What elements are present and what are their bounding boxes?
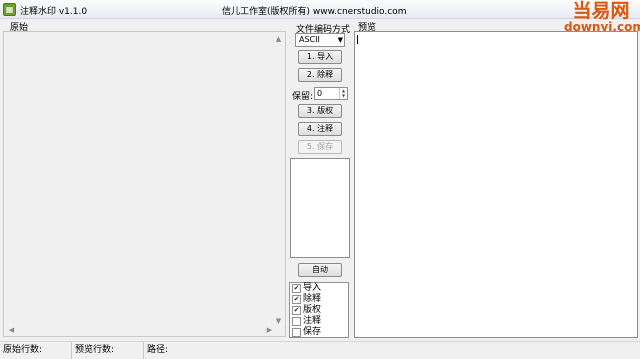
grid-icon: ▦ — [3, 3, 16, 16]
checkbox-unchecked-icon[interactable] — [292, 328, 301, 337]
copyright-button[interactable]: 3. 版权 — [298, 104, 342, 118]
import-button[interactable]: 1. 导入 — [298, 50, 342, 64]
original-horizontal-scrollbar[interactable]: ◀ ▶ — [4, 325, 275, 336]
status-preview-lines: 预览行数: — [72, 342, 144, 359]
status-original-lines: 原始行数: — [0, 342, 72, 359]
check-save[interactable]: 保存 — [292, 327, 321, 338]
original-text-area[interactable]: ▲ ▼ ◀ ▶ — [3, 31, 286, 337]
stepper-arrows-icon[interactable]: ▲ ▼ — [339, 88, 347, 99]
title-bar: ▦ 注释水印 v1.1.0 信儿工作室(版权所有) www.cnerstudio… — [0, 0, 640, 19]
remove-comments-button[interactable]: 2. 除释 — [298, 68, 342, 82]
status-bar: 原始行数: 预览行数: 路径: — [0, 341, 640, 359]
checkbox-checked-icon[interactable]: ✔ — [292, 295, 301, 304]
keep-stepper[interactable]: 0 ▲ ▼ — [314, 87, 348, 100]
check-copyright-label: 版权 — [303, 305, 322, 315]
copyright-text-box[interactable] — [290, 158, 350, 258]
check-import-label: 导入 — [303, 283, 322, 293]
chevron-down-icon[interactable]: ▼ — [338, 34, 343, 46]
scroll-left-icon[interactable]: ◀ — [6, 325, 17, 335]
check-save-label: 保存 — [303, 327, 322, 337]
status-path: 路径: — [147, 345, 169, 355]
check-remove-comments[interactable]: ✔ 除释 — [292, 294, 321, 305]
auto-button[interactable]: 自动 — [298, 263, 342, 277]
checkbox-unchecked-icon[interactable] — [292, 317, 301, 326]
original-vertical-scrollbar[interactable]: ▲ ▼ — [273, 32, 285, 326]
window-title: 注释水印 v1.1.0 — [20, 7, 88, 17]
studio-caption: 信儿工作室(版权所有) www.cnerstudio.com — [222, 7, 407, 17]
text-caret — [357, 35, 358, 44]
checkbox-checked-icon[interactable]: ✔ — [292, 306, 301, 315]
save-button[interactable]: 5. 保存 — [298, 140, 342, 154]
check-import[interactable]: ✔ 导入 — [292, 283, 321, 294]
checkbox-checked-icon[interactable]: ✔ — [292, 284, 301, 293]
comment-button[interactable]: 4. 注释 — [298, 122, 342, 136]
scroll-right-icon[interactable]: ▶ — [264, 325, 275, 335]
auto-step-checklist: ✔ 导入 ✔ 除释 ✔ 版权 注释 保存 — [289, 282, 349, 338]
encoding-value: ASCII — [299, 35, 320, 44]
check-remove-comments-label: 除释 — [303, 294, 322, 304]
preview-text-area[interactable] — [354, 31, 638, 338]
scroll-up-icon[interactable]: ▲ — [273, 34, 284, 44]
keep-value: 0 — [317, 89, 323, 98]
keep-label: 保留: — [292, 92, 314, 102]
encoding-select[interactable]: ASCII ▼ — [295, 33, 345, 47]
check-copyright[interactable]: ✔ 版权 — [292, 305, 321, 316]
watermark-top-text: 当易网 — [572, 0, 630, 22]
check-comment[interactable]: 注释 — [292, 316, 321, 327]
check-comment-label: 注释 — [303, 316, 322, 326]
